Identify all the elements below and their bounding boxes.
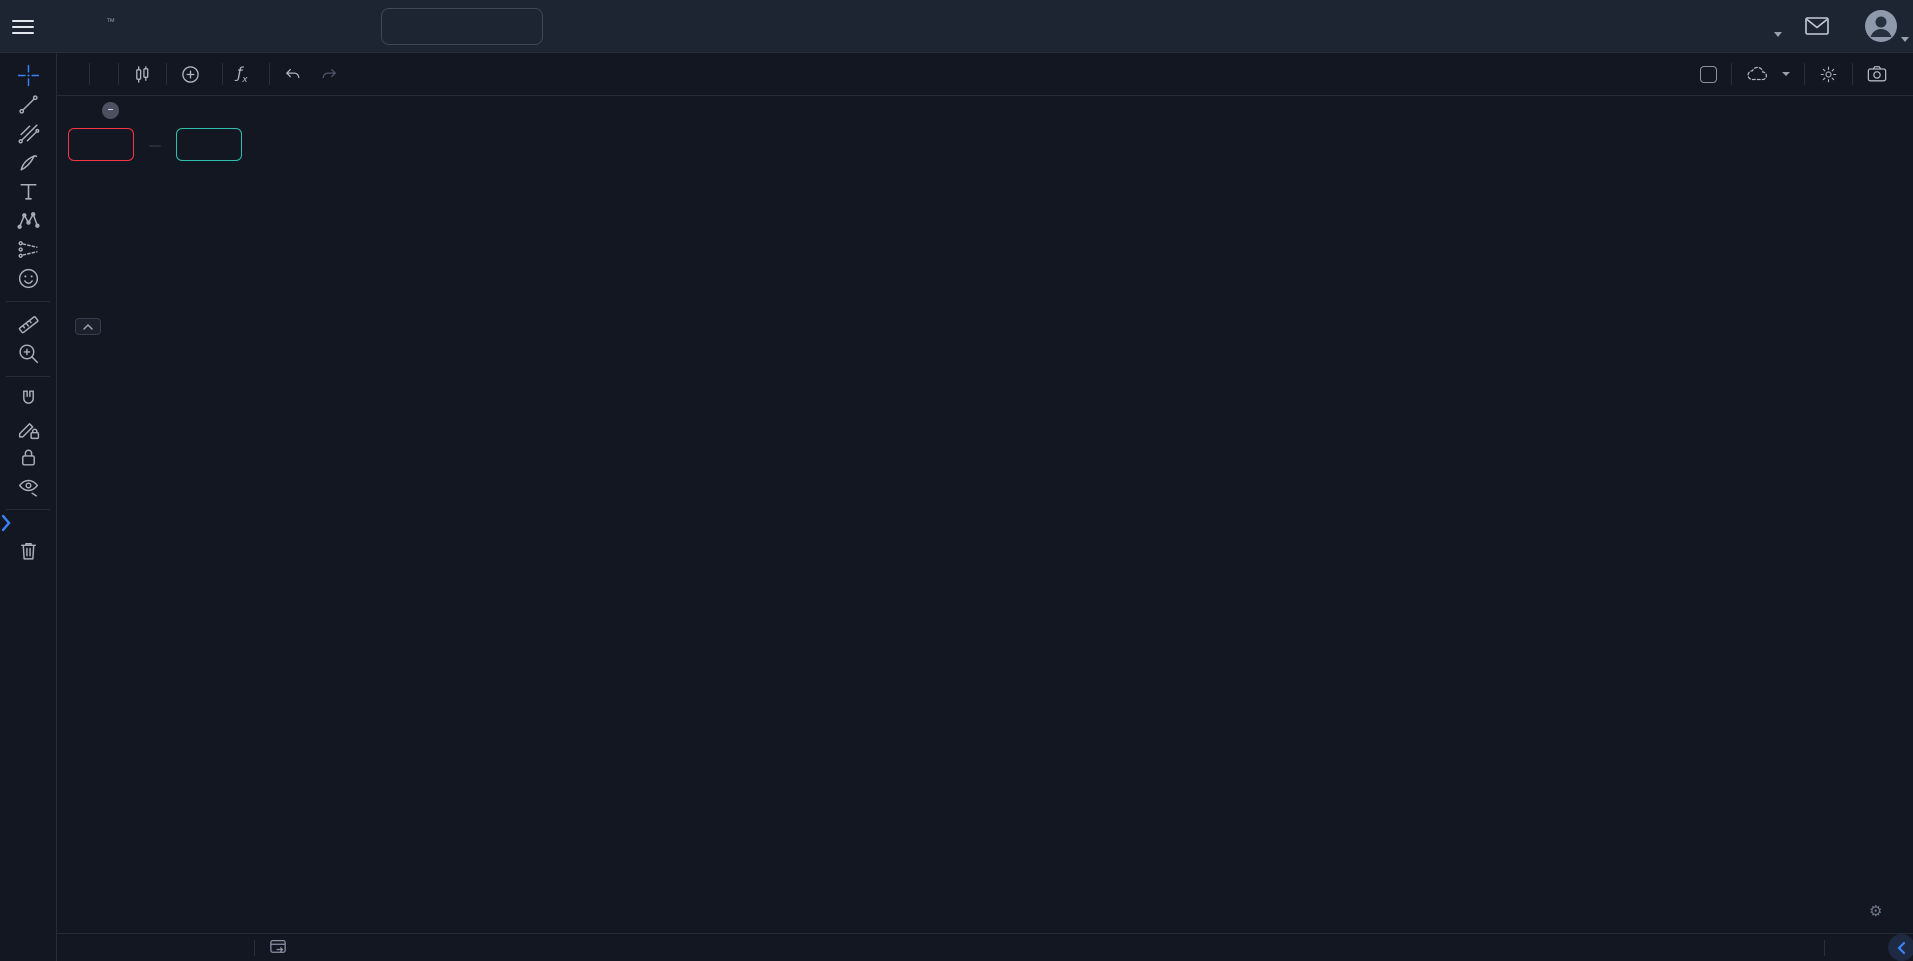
account-caret-icon[interactable] — [1774, 32, 1782, 37]
tool-ruler[interactable] — [8, 310, 48, 339]
tool-draw-lock[interactable] — [8, 414, 48, 443]
tool-lock-all[interactable] — [8, 443, 48, 472]
sell-button[interactable] — [68, 128, 134, 161]
spread-pill — [149, 145, 161, 147]
undo-icon[interactable] — [270, 60, 316, 88]
tool-brush[interactable] — [8, 148, 48, 177]
collapse-legend-button[interactable] — [75, 318, 101, 335]
tool-magnet[interactable] — [8, 385, 48, 414]
save-button[interactable] — [1732, 60, 1804, 88]
tool-remove-drawings[interactable] — [8, 536, 48, 565]
interval-button[interactable] — [90, 60, 118, 88]
mail-icon[interactable] — [1804, 15, 1830, 41]
save-caret-icon — [1782, 72, 1790, 76]
tool-text[interactable] — [8, 177, 48, 206]
time-axis-gear-icon[interactable]: ⚙ — [1869, 902, 1882, 920]
chart-legend: – — [75, 102, 172, 119]
avatar-caret-icon[interactable] — [1901, 37, 1909, 42]
symbol-button[interactable] — [57, 60, 89, 88]
ema-50-row — [75, 294, 82, 318]
new-order-button[interactable] — [381, 8, 543, 45]
toolbar-divider — [6, 301, 50, 302]
price-chart-canvas[interactable] — [57, 96, 1913, 933]
redo-icon[interactable] — [316, 60, 352, 88]
toolbar-divider — [6, 376, 50, 377]
toolbar-divider — [6, 509, 50, 510]
camera-icon[interactable] — [1853, 60, 1901, 88]
indicators-button[interactable]: ƒx — [223, 60, 269, 88]
buy-button[interactable] — [176, 128, 242, 161]
ema-100-row — [75, 246, 82, 270]
indicator-legend — [75, 174, 82, 318]
tool-forecast[interactable] — [8, 235, 48, 264]
ema-9-row — [75, 174, 82, 198]
quote-panel — [68, 128, 242, 161]
app-logo: ™ — [106, 11, 116, 41]
avatar[interactable] — [1864, 9, 1898, 47]
hide-chart-icon[interactable]: – — [102, 102, 119, 119]
expand-panel-left-icon[interactable] — [0, 510, 12, 536]
tool-crosshair[interactable] — [8, 61, 48, 90]
ema-200-row — [75, 222, 82, 246]
fx-icon: ƒx — [237, 64, 248, 85]
header: ™ — [0, 0, 1913, 53]
bottom-bar — [57, 933, 1913, 961]
layout-icon[interactable] — [1686, 60, 1731, 88]
tool-zoom-in[interactable] — [8, 339, 48, 368]
ema-200-row — [75, 198, 82, 222]
gear-icon[interactable] — [1805, 60, 1852, 88]
activtrader-app: ™ — [0, 0, 1913, 961]
tool-hide-all[interactable] — [8, 472, 48, 501]
candles-icon[interactable] — [119, 60, 166, 88]
drawing-toolbar — [0, 53, 57, 961]
menu-icon[interactable] — [12, 16, 34, 36]
compare-button[interactable] — [167, 60, 222, 88]
tool-emoji[interactable] — [8, 264, 48, 293]
collapse-panel-icon[interactable] — [1888, 934, 1913, 961]
tool-trend-line[interactable] — [8, 90, 48, 119]
tool-fib-lines[interactable] — [8, 119, 48, 148]
chart-toolbar: ƒx — [57, 53, 1913, 96]
tool-xabcd-pattern[interactable] — [8, 206, 48, 235]
calendar-icon[interactable] — [269, 938, 287, 957]
ema-200-row — [75, 270, 82, 294]
